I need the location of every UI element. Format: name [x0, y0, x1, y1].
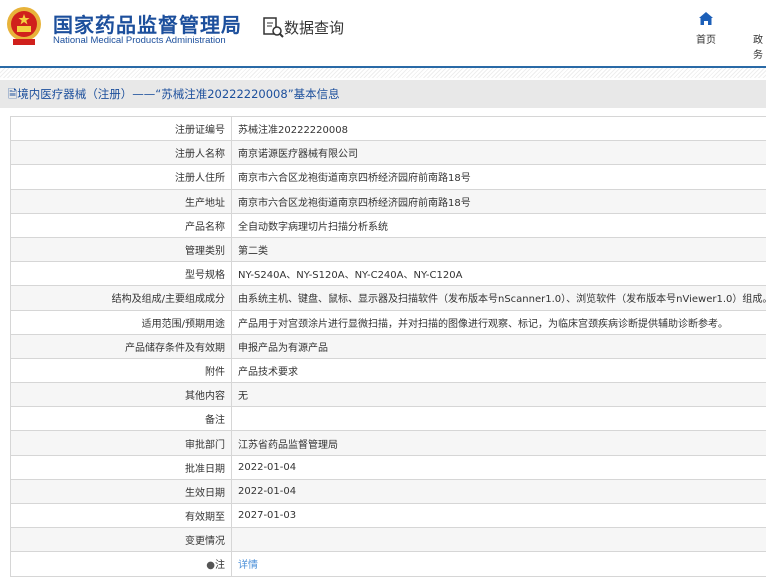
- table-row: 注册人名称 南京诺源医疗器械有限公司: [10, 140, 766, 166]
- field-label: 结构及组成/主要组成成分: [10, 285, 232, 311]
- field-value: 2022-01-04: [231, 454, 766, 480]
- field-label: 备注: [10, 406, 232, 432]
- field-label: 有效期至: [10, 502, 232, 529]
- document-search-icon: [263, 17, 284, 38]
- device-info-table: 注册证编号 苏械注准20222220008 注册人名称 南京诺源医疗器械有限公司 注册人…: [10, 115, 766, 577]
- field-label: 生产地址: [10, 188, 232, 214]
- field-value: 2022-01-04: [231, 478, 766, 505]
- table-row: 生效日期 2022-01-04: [10, 478, 766, 505]
- table-row: 附件 产品技术要求: [10, 357, 766, 384]
- field-value: 第二类: [231, 236, 766, 263]
- nav-home[interactable]: 首页: [696, 12, 716, 46]
- field-value: 产品技术要求: [231, 357, 766, 384]
- field-value: 南京市六合区龙袍街道南京四桥经济园府前南路18号: [231, 188, 766, 214]
- table-row: 审批部门 江苏省药品监督管理局: [10, 430, 766, 456]
- field-value: 详情: [231, 551, 766, 577]
- field-value: [231, 406, 766, 432]
- field-label: 产品储存条件及有效期: [10, 333, 232, 359]
- field-value: 苏械注准20222220008: [231, 115, 766, 142]
- table-row: 适用范围/预期用途 产品用于对宫颈涂片进行显微扫描，并对扫描的图像进行观察、标记，…: [10, 309, 766, 335]
- pin-icon: ●: [206, 560, 215, 572]
- field-value: 由系统主机、键盘、鼠标、显示器及扫描软件（发布版本号nScanner1.0）、浏…: [231, 285, 766, 311]
- table-row: 批准日期 2022-01-04: [10, 454, 766, 480]
- table-row: 有效期至 2027-01-03: [10, 502, 766, 529]
- field-value: 申报产品为有源产品: [231, 333, 766, 359]
- nav-home-label: 首页: [696, 35, 716, 46]
- breadcrumb: 🗎境内医疗器械（注册）——“苏械注准20222220008”基本信息: [0, 80, 766, 108]
- table-row: 生产地址 南京市六合区龙袍街道南京四桥经济园府前南路18号: [10, 188, 766, 214]
- decorative-stripe: [0, 68, 766, 78]
- site-subtitle: National Medical Products Administration: [53, 35, 226, 46]
- field-value: 南京诺源医疗器械有限公司: [231, 140, 766, 166]
- note-label: 注: [215, 560, 225, 572]
- field-label: 审批部门: [10, 430, 232, 456]
- field-label: 注册人名称: [10, 140, 232, 166]
- breadcrumb-text: 境内医疗器械（注册）——“苏械注准20222220008”基本信息: [17, 87, 340, 101]
- field-value: 产品用于对宫颈涂片进行显微扫描，并对扫描的图像进行观察、标记，为临床宫颈疾病诊断…: [231, 309, 766, 335]
- field-value: 江苏省药品监督管理局: [231, 430, 766, 456]
- field-label: 注册人住所: [10, 164, 232, 190]
- field-label: 变更情况: [10, 527, 232, 553]
- table-row: 型号规格 NY-S240A、NY-S120A、NY-C240A、NY-C120A: [10, 261, 766, 287]
- table-row-note: ●注 详情: [10, 551, 766, 577]
- table-row: 其他内容无: [10, 382, 766, 408]
- table-row: 管理类别 第二类: [10, 236, 766, 263]
- data-query-title: 数据查询: [262, 16, 344, 38]
- field-label: 适用范围/预期用途: [10, 309, 232, 335]
- table-row: 产品名称 全自动数字病理切片扫描分析系统: [10, 212, 766, 238]
- field-value: NY-S240A、NY-S120A、NY-C240A、NY-C120A: [231, 261, 766, 287]
- field-label: 批准日期: [10, 454, 232, 480]
- field-value: 2027-01-03: [231, 502, 766, 529]
- data-query-label: 数据查询: [284, 18, 345, 37]
- field-label: 产品名称: [10, 212, 232, 238]
- field-label: 其他内容: [10, 382, 232, 408]
- national-emblem-icon: [7, 7, 41, 45]
- field-label: ●注: [10, 551, 232, 577]
- nav-government-affairs[interactable]: 政务: [750, 31, 766, 61]
- table-row: 注册人住所 南京市六合区龙袍街道南京四桥经济园府前南路18号: [10, 164, 766, 190]
- home-icon: [699, 12, 713, 25]
- table-row: 变更情况: [10, 527, 766, 553]
- document-icon: 🗎: [8, 87, 18, 101]
- field-label: 管理类别: [10, 236, 232, 263]
- field-label: 附件: [10, 357, 232, 384]
- field-value: 南京市六合区龙袍街道南京四桥经济园府前南路18号: [231, 164, 766, 190]
- field-value: [231, 527, 766, 553]
- table-row: 备注: [10, 406, 766, 432]
- site-header: 国家药品监督管理局 National Medical Products Admi…: [0, 0, 766, 67]
- field-label: 型号规格: [10, 261, 232, 287]
- table-row: 注册证编号 苏械注准20222220008: [10, 115, 766, 142]
- details-link[interactable]: 详情: [238, 560, 258, 571]
- field-label: 注册证编号: [10, 115, 232, 142]
- site-title[interactable]: 国家药品监督管理局: [53, 9, 242, 38]
- field-value: 无: [231, 382, 766, 408]
- table-row: 产品储存条件及有效期 申报产品为有源产品: [10, 333, 766, 359]
- field-value: 全自动数字病理切片扫描分析系统: [231, 212, 766, 238]
- field-label: 生效日期: [10, 478, 232, 505]
- table-row: 结构及组成/主要组成成分 由系统主机、键盘、鼠标、显示器及扫描软件（发布版本号nS…: [10, 285, 766, 311]
